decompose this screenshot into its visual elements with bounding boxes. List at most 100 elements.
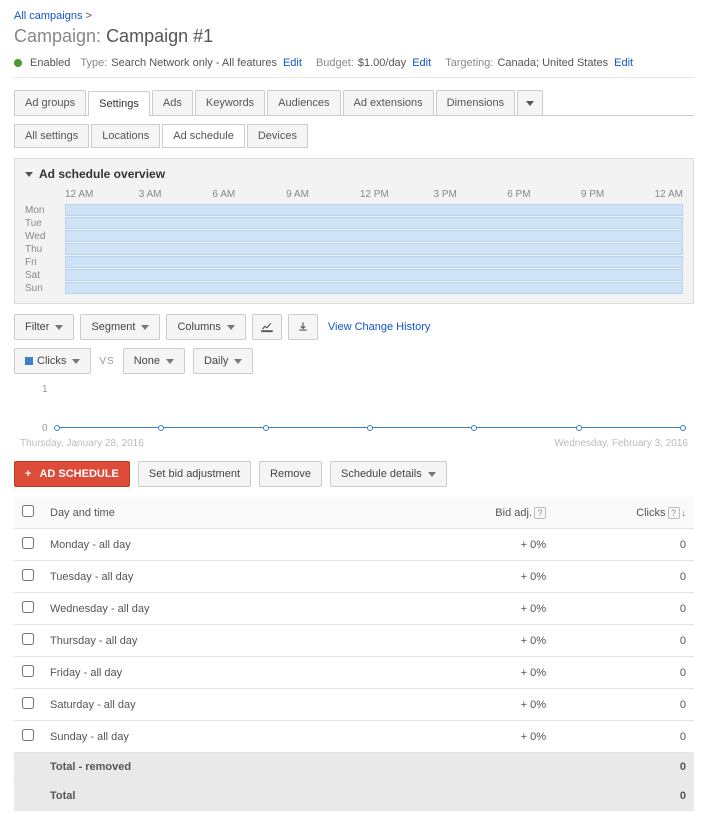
tab-audiences[interactable]: Audiences xyxy=(267,90,340,115)
col-daytime[interactable]: Day and time xyxy=(42,497,414,529)
toolbar: Filter Segment Columns View Change Histo… xyxy=(14,314,694,340)
title-label: Campaign: xyxy=(14,26,101,46)
row-checkbox[interactable] xyxy=(22,665,34,677)
metric-primary-button[interactable]: Clicks xyxy=(14,348,91,374)
schedule-details-button[interactable]: Schedule details xyxy=(330,461,447,487)
status-row: Enabled Type: Search Network only - All … xyxy=(14,57,694,78)
tab-settings[interactable]: Settings xyxy=(88,91,150,116)
chart-point[interactable] xyxy=(471,425,477,431)
vs-label: VS xyxy=(99,356,114,367)
table-row: Saturday - all day+ 0%0 xyxy=(14,689,694,721)
download-button[interactable] xyxy=(288,314,318,340)
targeting-edit-link[interactable]: Edit xyxy=(614,57,633,69)
tab-ad-extensions[interactable]: Ad extensions xyxy=(343,90,434,115)
schedule-bar[interactable] xyxy=(65,230,683,242)
date-range: Thursday, January 28, 2016 Wednesday, Fe… xyxy=(14,438,694,449)
date-end: Wednesday, February 3, 2016 xyxy=(554,438,688,449)
cell-daytime: Saturday - all day xyxy=(42,689,414,721)
schedule-bar[interactable] xyxy=(65,204,683,216)
chart-point[interactable] xyxy=(263,425,269,431)
chart-point[interactable] xyxy=(680,425,686,431)
schedule-bar[interactable] xyxy=(65,282,683,294)
table-row: Wednesday - all day+ 0%0 xyxy=(14,593,694,625)
targeting-value: Canada; United States xyxy=(497,57,608,69)
chart-point[interactable] xyxy=(158,425,164,431)
chart-point[interactable] xyxy=(54,425,60,431)
cell-clicks: 0 xyxy=(554,625,694,657)
remove-button[interactable]: Remove xyxy=(259,461,322,487)
schedule-bar[interactable] xyxy=(65,243,683,255)
panel-header[interactable]: Ad schedule overview xyxy=(25,167,683,181)
chart-point[interactable] xyxy=(576,425,582,431)
subtab-devices[interactable]: Devices xyxy=(247,124,308,148)
cell-bid[interactable]: + 0% xyxy=(414,657,554,689)
grid-row: Tue xyxy=(25,217,683,229)
change-history-link[interactable]: View Change History xyxy=(328,321,431,333)
row-checkbox[interactable] xyxy=(22,729,34,741)
tab-ad-groups[interactable]: Ad groups xyxy=(14,90,86,115)
filter-button[interactable]: Filter xyxy=(14,314,74,340)
table-row: Tuesday - all day+ 0%0 xyxy=(14,561,694,593)
grid-row: Fri xyxy=(25,256,683,268)
square-blue-icon xyxy=(25,357,33,365)
select-all-checkbox[interactable] xyxy=(22,505,34,517)
y-tick-1: 1 xyxy=(42,384,48,395)
metric-secondary-button[interactable]: None xyxy=(123,348,185,374)
cell-bid[interactable]: + 0% xyxy=(414,625,554,657)
schedule-bar[interactable] xyxy=(65,256,683,268)
col-clicks[interactable]: Clicks?↓ xyxy=(554,497,694,529)
grid-row: Sun xyxy=(25,282,683,294)
schedule-grid: MonTueWedThuFriSatSun xyxy=(25,204,683,294)
cell-daytime: Thursday - all day xyxy=(42,625,414,657)
segment-button[interactable]: Segment xyxy=(80,314,160,340)
caret-down-icon xyxy=(227,325,235,330)
row-checkbox[interactable] xyxy=(22,697,34,709)
type-edit-link[interactable]: Edit xyxy=(283,57,302,69)
time-label: 3 PM xyxy=(434,189,508,200)
status-enabled[interactable]: Enabled xyxy=(30,57,70,69)
type-label: Type: xyxy=(80,57,107,69)
cell-bid[interactable]: + 0% xyxy=(414,721,554,753)
tab-dimensions[interactable]: Dimensions xyxy=(436,90,515,115)
subtab-locations[interactable]: Locations xyxy=(91,124,160,148)
add-schedule-button[interactable]: +AD SCHEDULE xyxy=(14,461,130,487)
row-checkbox[interactable] xyxy=(22,633,34,645)
title-name: Campaign #1 xyxy=(106,26,213,46)
schedule-bar[interactable] xyxy=(65,269,683,281)
help-icon[interactable]: ? xyxy=(668,507,680,519)
day-label: Thu xyxy=(25,244,65,255)
schedule-bar[interactable] xyxy=(65,217,683,229)
breadcrumb-link[interactable]: All campaigns xyxy=(14,10,82,22)
chart-toggle-button[interactable] xyxy=(252,314,282,340)
budget-edit-link[interactable]: Edit xyxy=(412,57,431,69)
row-checkbox[interactable] xyxy=(22,569,34,581)
subtab-all-settings[interactable]: All settings xyxy=(14,124,89,148)
cell-clicks: 0 xyxy=(554,721,694,753)
caret-down-icon xyxy=(526,101,534,106)
caret-down-icon xyxy=(428,472,436,477)
grid-row: Wed xyxy=(25,230,683,242)
cell-bid[interactable]: + 0% xyxy=(414,529,554,561)
set-bid-button[interactable]: Set bid adjustment xyxy=(138,461,251,487)
granularity-button[interactable]: Daily xyxy=(193,348,253,374)
sub-tabs: All settingsLocationsAd scheduleDevices xyxy=(14,124,694,148)
table-row: Monday - all day+ 0%0 xyxy=(14,529,694,561)
tab-keywords[interactable]: Keywords xyxy=(195,90,265,115)
y-tick-0: 0 xyxy=(42,423,48,434)
caret-down-icon xyxy=(72,359,80,364)
cell-bid[interactable]: + 0% xyxy=(414,689,554,721)
tab-more[interactable] xyxy=(517,90,543,115)
help-icon[interactable]: ? xyxy=(534,507,546,519)
time-label: 3 AM xyxy=(139,189,213,200)
tab-ads[interactable]: Ads xyxy=(152,90,193,115)
grid-row: Sat xyxy=(25,269,683,281)
columns-button[interactable]: Columns xyxy=(166,314,245,340)
col-bid[interactable]: Bid adj.? xyxy=(414,497,554,529)
chart-point[interactable] xyxy=(367,425,373,431)
caret-down-icon xyxy=(234,359,242,364)
subtab-ad-schedule[interactable]: Ad schedule xyxy=(162,124,245,148)
cell-bid[interactable]: + 0% xyxy=(414,593,554,625)
cell-bid[interactable]: + 0% xyxy=(414,561,554,593)
row-checkbox[interactable] xyxy=(22,537,34,549)
row-checkbox[interactable] xyxy=(22,601,34,613)
